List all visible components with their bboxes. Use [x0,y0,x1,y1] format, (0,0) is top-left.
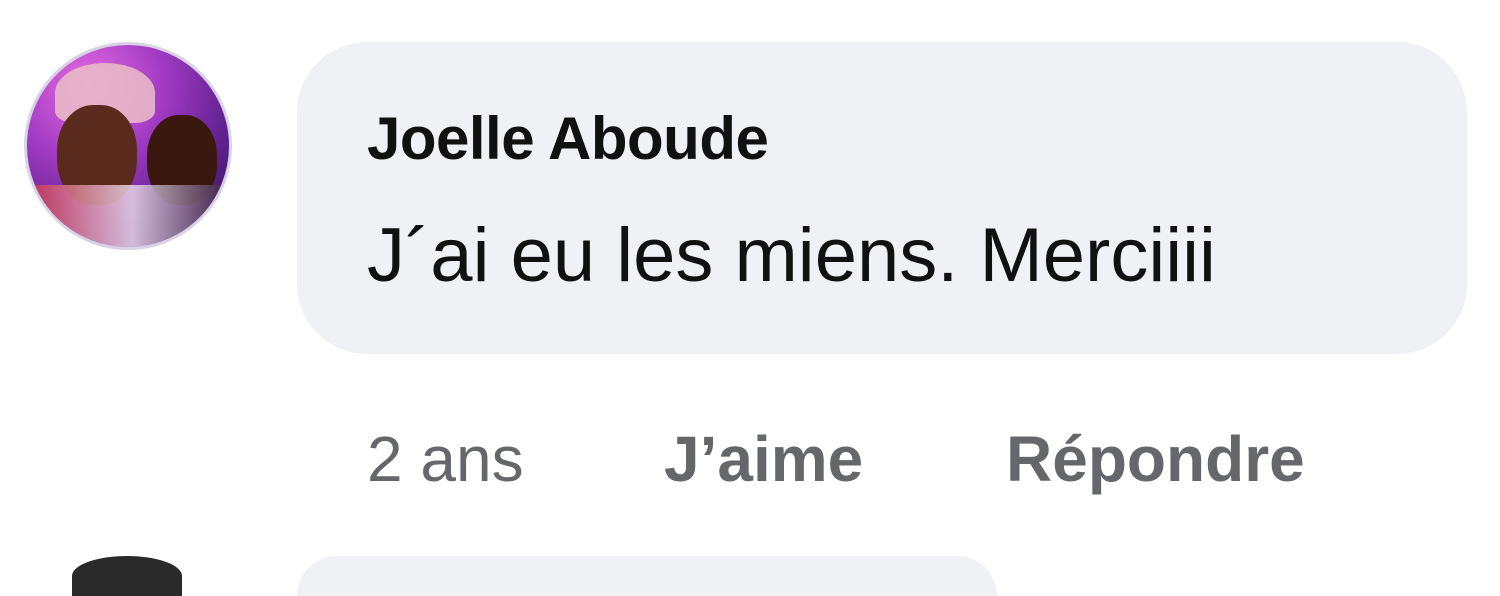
reply-button[interactable]: Répondre [1006,422,1305,496]
like-button[interactable]: J’aime [664,422,863,496]
comment-timestamp[interactable]: 2 ans [367,422,524,496]
comment-bubble [297,42,1467,354]
next-comment-avatar[interactable] [72,556,182,596]
comment-author[interactable]: Joelle Aboude [367,104,769,173]
comment-text: J´ai eu les miens. Merciiii [367,213,1216,298]
next-comment-bubble [297,556,997,596]
avatar[interactable] [24,42,232,250]
comment-item: Joelle Aboude J´ai eu les miens. Merciii… [0,0,1500,596]
avatar-photo-clothes [27,185,229,247]
